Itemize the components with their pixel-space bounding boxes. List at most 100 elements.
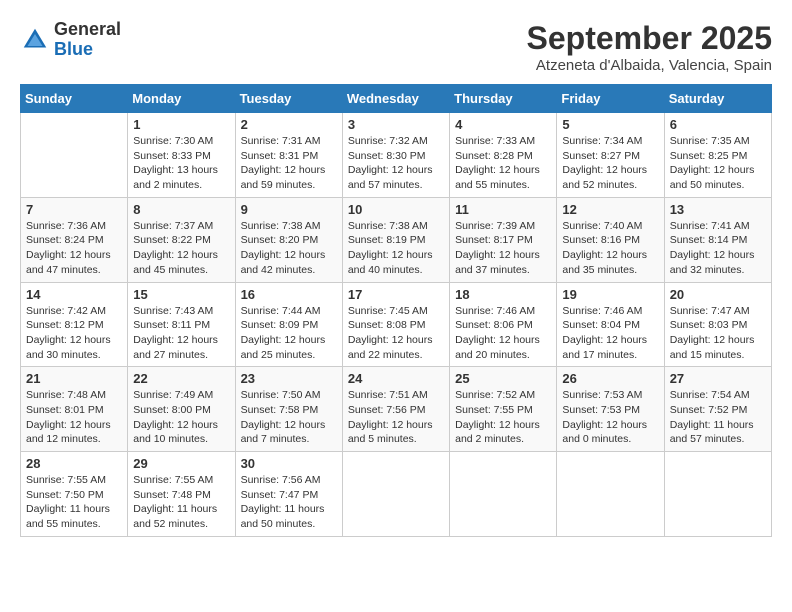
- day-number: 16: [241, 287, 337, 302]
- day-number: 11: [455, 202, 551, 217]
- calendar-cell: 20Sunrise: 7:47 AM Sunset: 8:03 PM Dayli…: [664, 282, 771, 367]
- day-number: 28: [26, 456, 122, 471]
- day-detail: Sunrise: 7:33 AM Sunset: 8:28 PM Dayligh…: [455, 134, 551, 193]
- day-detail: Sunrise: 7:41 AM Sunset: 8:14 PM Dayligh…: [670, 219, 766, 278]
- calendar-header: SundayMondayTuesdayWednesdayThursdayFrid…: [21, 85, 772, 113]
- day-number: 4: [455, 117, 551, 132]
- calendar-cell: 4 Sunrise: 7:33 AM Sunset: 8:28 PM Daylig…: [450, 113, 557, 198]
- calendar-cell: 25Sunrise: 7:52 AM Sunset: 7:55 PM Dayli…: [450, 367, 557, 452]
- calendar-cell: 3 Sunrise: 7:32 AM Sunset: 8:30 PM Daylig…: [342, 113, 449, 198]
- weekday-header: Saturday: [664, 85, 771, 113]
- calendar-cell: 17 Sunrise: 7:45 AM Sunset: 8:08 PM Dayli…: [342, 282, 449, 367]
- day-detail: Sunrise: 7:44 AM Sunset: 8:09 PM Dayligh…: [241, 304, 337, 363]
- logo-blue: Blue: [54, 40, 121, 60]
- calendar-week-row: 7Sunrise: 7:36 AM Sunset: 8:24 PM Daylig…: [21, 197, 772, 282]
- day-detail: Sunrise: 7:38 AM Sunset: 8:19 PM Dayligh…: [348, 219, 444, 278]
- calendar-cell: 26 Sunrise: 7:53 AM Sunset: 7:53 PM Dayli…: [557, 367, 664, 452]
- day-detail: Sunrise: 7:55 AM Sunset: 7:48 PM Dayligh…: [133, 473, 229, 532]
- day-number: 27: [670, 371, 766, 386]
- day-detail: Sunrise: 7:54 AM Sunset: 7:52 PM Dayligh…: [670, 388, 766, 447]
- title-block: September 2025 Atzeneta d'Albaida, Valen…: [527, 20, 772, 74]
- day-detail: Sunrise: 7:50 AM Sunset: 7:58 PM Dayligh…: [241, 388, 337, 447]
- calendar-cell: 10Sunrise: 7:38 AM Sunset: 8:19 PM Dayli…: [342, 197, 449, 282]
- day-detail: Sunrise: 7:51 AM Sunset: 7:56 PM Dayligh…: [348, 388, 444, 447]
- day-detail: Sunrise: 7:32 AM Sunset: 8:30 PM Dayligh…: [348, 134, 444, 193]
- day-detail: Sunrise: 7:39 AM Sunset: 8:17 PM Dayligh…: [455, 219, 551, 278]
- weekday-header: Tuesday: [235, 85, 342, 113]
- calendar-cell: 6 Sunrise: 7:35 AM Sunset: 8:25 PM Daylig…: [664, 113, 771, 198]
- day-number: 1: [133, 117, 229, 132]
- day-number: 8: [133, 202, 229, 217]
- calendar-cell: 8 Sunrise: 7:37 AM Sunset: 8:22 PM Daylig…: [128, 197, 235, 282]
- day-detail: Sunrise: 7:55 AM Sunset: 7:50 PM Dayligh…: [26, 473, 122, 532]
- day-detail: Sunrise: 7:43 AM Sunset: 8:11 PM Dayligh…: [133, 304, 229, 363]
- logo-general: General: [54, 20, 121, 40]
- day-detail: Sunrise: 7:47 AM Sunset: 8:03 PM Dayligh…: [670, 304, 766, 363]
- calendar-body: 1 Sunrise: 7:30 AM Sunset: 8:33 PM Daylig…: [21, 113, 772, 537]
- logo-text: General Blue: [54, 20, 121, 60]
- day-number: 24: [348, 371, 444, 386]
- logo-icon: [20, 25, 50, 55]
- day-detail: Sunrise: 7:53 AM Sunset: 7:53 PM Dayligh…: [562, 388, 658, 447]
- calendar-cell: 19Sunrise: 7:46 AM Sunset: 8:04 PM Dayli…: [557, 282, 664, 367]
- calendar-cell: 22Sunrise: 7:49 AM Sunset: 8:00 PM Dayli…: [128, 367, 235, 452]
- day-number: 12: [562, 202, 658, 217]
- weekday-row: SundayMondayTuesdayWednesdayThursdayFrid…: [21, 85, 772, 113]
- day-detail: Sunrise: 7:35 AM Sunset: 8:25 PM Dayligh…: [670, 134, 766, 193]
- calendar-cell: 24 Sunrise: 7:51 AM Sunset: 7:56 PM Dayli…: [342, 367, 449, 452]
- calendar-cell: 29 Sunrise: 7:55 AM Sunset: 7:48 PM Dayli…: [128, 452, 235, 537]
- weekday-header: Wednesday: [342, 85, 449, 113]
- calendar-cell: [664, 452, 771, 537]
- calendar-cell: 11 Sunrise: 7:39 AM Sunset: 8:17 PM Dayli…: [450, 197, 557, 282]
- day-number: 26: [562, 371, 658, 386]
- calendar-cell: 16 Sunrise: 7:44 AM Sunset: 8:09 PM Dayli…: [235, 282, 342, 367]
- day-number: 13: [670, 202, 766, 217]
- day-number: 7: [26, 202, 122, 217]
- month-title: September 2025: [527, 20, 772, 57]
- calendar-cell: 7Sunrise: 7:36 AM Sunset: 8:24 PM Daylig…: [21, 197, 128, 282]
- calendar-week-row: 21Sunrise: 7:48 AM Sunset: 8:01 PM Dayli…: [21, 367, 772, 452]
- day-number: 2: [241, 117, 337, 132]
- calendar-cell: 15Sunrise: 7:43 AM Sunset: 8:11 PM Dayli…: [128, 282, 235, 367]
- day-detail: Sunrise: 7:56 AM Sunset: 7:47 PM Dayligh…: [241, 473, 337, 532]
- calendar-cell: 18 Sunrise: 7:46 AM Sunset: 8:06 PM Dayli…: [450, 282, 557, 367]
- calendar-cell: 14 Sunrise: 7:42 AM Sunset: 8:12 PM Dayli…: [21, 282, 128, 367]
- day-detail: Sunrise: 7:37 AM Sunset: 8:22 PM Dayligh…: [133, 219, 229, 278]
- day-detail: Sunrise: 7:30 AM Sunset: 8:33 PM Dayligh…: [133, 134, 229, 193]
- calendar-cell: 28 Sunrise: 7:55 AM Sunset: 7:50 PM Dayli…: [21, 452, 128, 537]
- day-number: 17: [348, 287, 444, 302]
- day-number: 5: [562, 117, 658, 132]
- day-number: 14: [26, 287, 122, 302]
- day-detail: Sunrise: 7:38 AM Sunset: 8:20 PM Dayligh…: [241, 219, 337, 278]
- weekday-header: Monday: [128, 85, 235, 113]
- calendar-week-row: 14 Sunrise: 7:42 AM Sunset: 8:12 PM Dayli…: [21, 282, 772, 367]
- calendar-cell: 23Sunrise: 7:50 AM Sunset: 7:58 PM Dayli…: [235, 367, 342, 452]
- calendar-table: SundayMondayTuesdayWednesdayThursdayFrid…: [20, 84, 772, 537]
- weekday-header: Friday: [557, 85, 664, 113]
- page-header: General Blue September 2025 Atzeneta d'A…: [20, 20, 772, 74]
- day-detail: Sunrise: 7:31 AM Sunset: 8:31 PM Dayligh…: [241, 134, 337, 193]
- day-detail: Sunrise: 7:46 AM Sunset: 8:04 PM Dayligh…: [562, 304, 658, 363]
- day-detail: Sunrise: 7:46 AM Sunset: 8:06 PM Dayligh…: [455, 304, 551, 363]
- day-detail: Sunrise: 7:42 AM Sunset: 8:12 PM Dayligh…: [26, 304, 122, 363]
- day-number: 22: [133, 371, 229, 386]
- calendar-cell: [557, 452, 664, 537]
- day-detail: Sunrise: 7:45 AM Sunset: 8:08 PM Dayligh…: [348, 304, 444, 363]
- calendar-cell: 1 Sunrise: 7:30 AM Sunset: 8:33 PM Daylig…: [128, 113, 235, 198]
- calendar-cell: [342, 452, 449, 537]
- location: Atzeneta d'Albaida, Valencia, Spain: [527, 57, 772, 74]
- day-number: 3: [348, 117, 444, 132]
- day-number: 29: [133, 456, 229, 471]
- day-number: 6: [670, 117, 766, 132]
- calendar-cell: 30Sunrise: 7:56 AM Sunset: 7:47 PM Dayli…: [235, 452, 342, 537]
- calendar-week-row: 28 Sunrise: 7:55 AM Sunset: 7:50 PM Dayli…: [21, 452, 772, 537]
- calendar-cell: 9 Sunrise: 7:38 AM Sunset: 8:20 PM Daylig…: [235, 197, 342, 282]
- day-number: 18: [455, 287, 551, 302]
- day-number: 9: [241, 202, 337, 217]
- weekday-header: Sunday: [21, 85, 128, 113]
- weekday-header: Thursday: [450, 85, 557, 113]
- day-detail: Sunrise: 7:52 AM Sunset: 7:55 PM Dayligh…: [455, 388, 551, 447]
- day-detail: Sunrise: 7:40 AM Sunset: 8:16 PM Dayligh…: [562, 219, 658, 278]
- calendar-cell: 21Sunrise: 7:48 AM Sunset: 8:01 PM Dayli…: [21, 367, 128, 452]
- calendar-cell: 13 Sunrise: 7:41 AM Sunset: 8:14 PM Dayli…: [664, 197, 771, 282]
